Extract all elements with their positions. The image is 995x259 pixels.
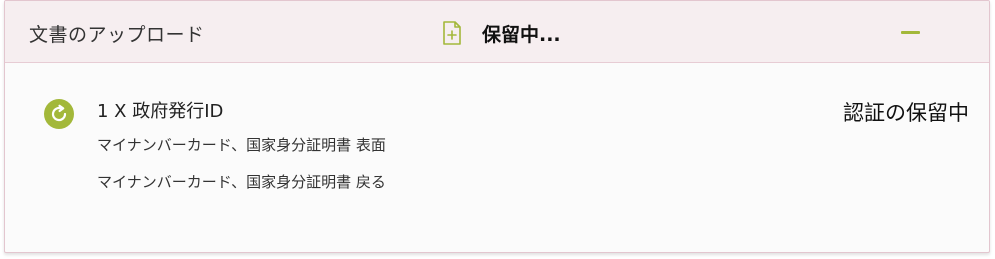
panel-header[interactable]: 文書のアップロード 保留中... bbox=[5, 1, 989, 63]
document-item-title: 1 X 政府発行ID bbox=[97, 101, 224, 122]
minus-icon bbox=[901, 31, 920, 34]
panel-title: 文書のアップロード bbox=[29, 24, 205, 46]
refresh-pending-icon bbox=[44, 99, 74, 129]
upload-status: 保留中... bbox=[482, 24, 561, 46]
document-upload-panel: 文書のアップロード 保留中... 1 X 政府発行ID マイナンバーカード、国家… bbox=[4, 0, 990, 253]
verification-status: 認証の保留中 bbox=[843, 101, 969, 125]
collapse-button[interactable] bbox=[899, 19, 923, 43]
document-plus-icon bbox=[442, 21, 462, 45]
document-side-front: マイナンバーカード、国家身分証明書 表面 bbox=[97, 136, 386, 154]
document-side-back: マイナンバーカード、国家身分証明書 戻る bbox=[97, 173, 386, 191]
